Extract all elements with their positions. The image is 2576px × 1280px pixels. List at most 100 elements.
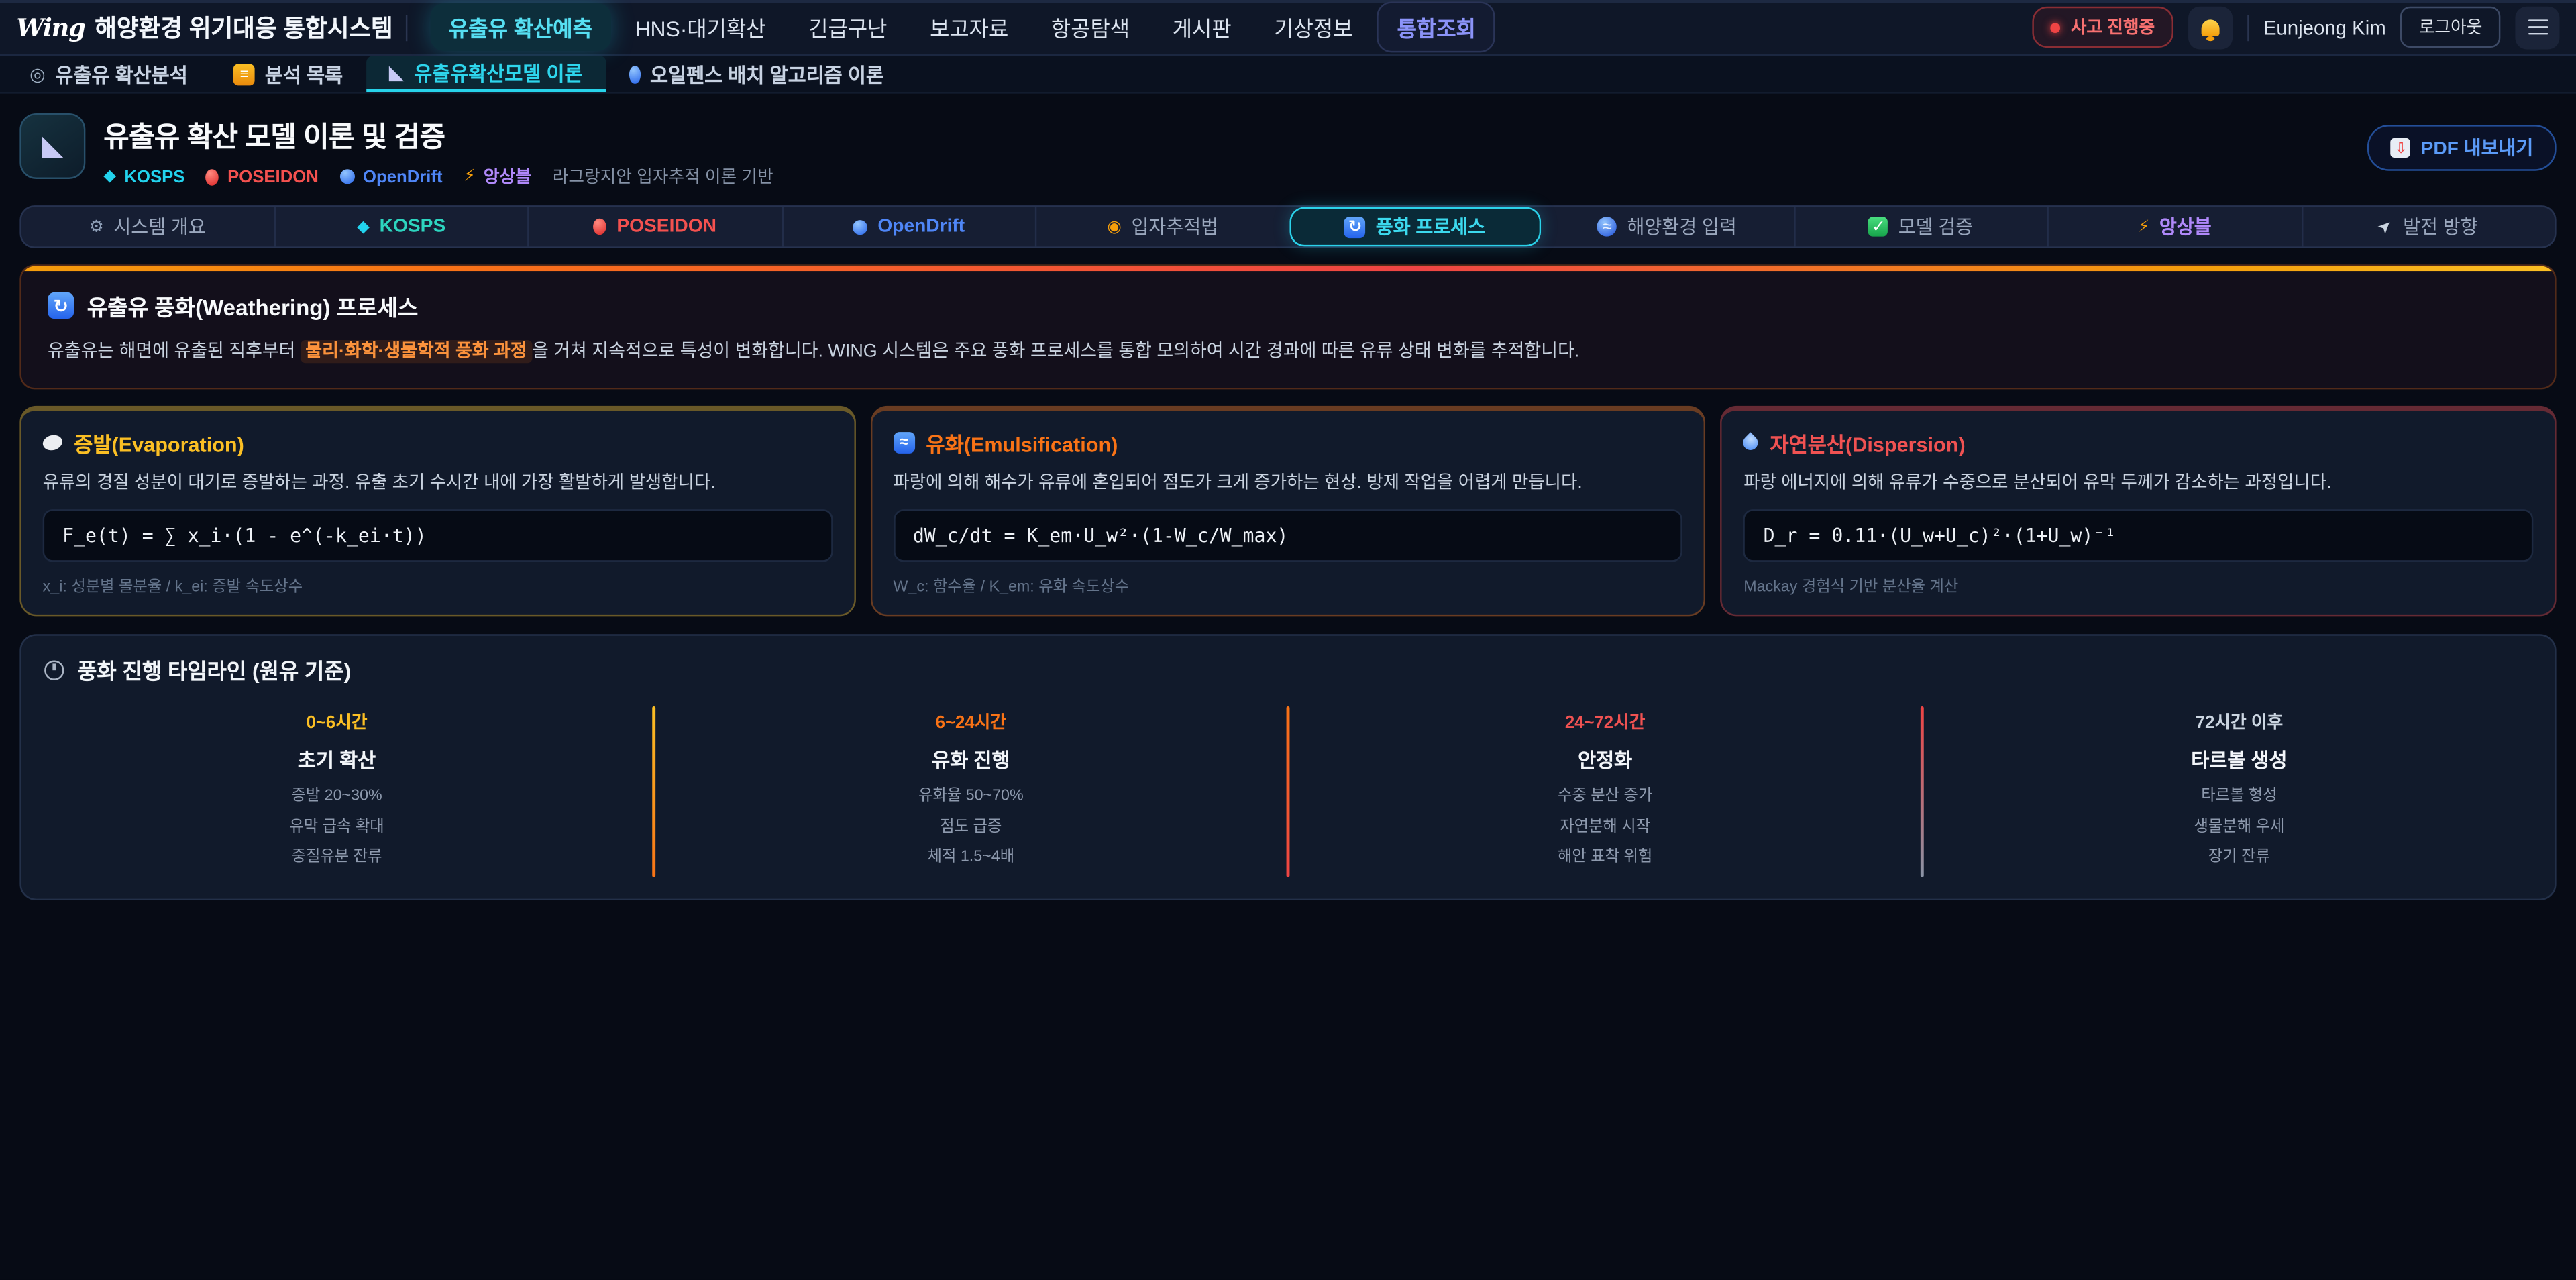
stage-name: 유화 진행 [665,746,1277,774]
stage-time: 6~24시간 [665,710,1277,735]
nav-item-weather-info[interactable]: 기상정보 [1256,3,1371,51]
stage-item: 수중 분산 증가 [1299,782,1911,812]
stage-item: 자연분해 시작 [1299,812,1911,843]
subtab-model-theory[interactable]: ◣ 유출유확산모델 이론 [366,56,605,92]
lightning-icon: ⚡ [464,168,475,186]
stage-item: 중질유분 잔류 [32,843,643,873]
nav-item-board[interactable]: 게시판 [1155,3,1250,51]
subtab-label: 유출유확산모델 이론 [414,58,583,87]
model-tab-poseidon[interactable]: POSEIDON [527,207,781,247]
card-description: 파랑 에너지에 의해 유류가 수중으로 분산되어 유막 두께가 감소하는 과정입… [1743,471,2533,496]
model-badge-row: ◆ KOSPS POSEIDON OpenDrift ⚡ 앙상블 [103,164,773,189]
description-text: 을 거쳐 지속적으로 특성이 변화합니다. WING 시스템은 주요 풍화 프로… [532,341,1579,361]
stage-name: 초기 확산 [32,746,643,774]
nav-item-oil-spill-prediction[interactable]: 유출유 확산예측 [431,3,610,51]
top-navbar: Wing 해양환경 위기대응 통합시스템 유출유 확산예측 HNS·대기확산 긴… [0,0,2576,56]
subtab-oil-fence-theory[interactable]: 오일펜스 배치 알고리즘 이론 [606,56,907,92]
badge-poseidon: POSEIDON [206,167,319,186]
incident-badge-label: 사고 진행중 [2071,15,2155,40]
card-title-row: ≈ 유화(Emulsification) [893,427,1682,458]
evaporation-card: 증발(Evaporation) 유류의 경질 성분이 대기로 증발하는 과정. … [19,405,855,617]
timeline-stage-emulsification: 6~24시간 유화 진행 유화율 50~70% 점도 급증 체적 1.5~4배 [655,706,1286,877]
model-tab-ensemble[interactable]: ⚡ 앙상블 [2047,207,2300,247]
model-tab-weathering-process[interactable]: ↻ 풍화 프로세스 [1289,207,1541,247]
stage-name: 안정화 [1299,746,1911,774]
timeline-title-row: 풍화 진행 타임라인 (원유 기준) [21,654,2555,686]
model-tab-label: OpenDrift [877,217,965,236]
model-tab-model-validation[interactable]: ✓ 모델 검증 [1793,207,2047,247]
process-cards-row: 증발(Evaporation) 유류의 경질 성분이 대기로 증발하는 과정. … [19,405,2556,617]
sub-tab-bar: ◎ 유출유 확산분석 ≡ 분석 목록 ◣ 유출유확산모델 이론 오일펜스 배치 … [0,56,2576,93]
weathering-overview-card: ↻ 유출유 풍화(Weathering) 프로세스 유출유는 해면에 유출된 직… [19,264,2556,388]
gear-icon: ⚙ [89,217,104,235]
compass-icon: ◉ [1107,217,1121,235]
timeline-stage-stabilization: 24~72시간 안정화 수중 분산 증가 자연분해 시작 해안 표착 위험 [1289,706,1920,877]
notification-button[interactable] [2188,6,2232,49]
wing-logo: Wing [16,12,85,42]
stage-item: 유막 급속 확대 [32,812,643,843]
card-title-row: 증발(Evaporation) [43,427,833,458]
highlighted-text: 물리·화학·생물학적 풍화 과정 [301,340,532,363]
timeline-stage-tarball: 72시간 이후 타르볼 생성 타르볼 형성 생물분해 우세 장기 잔류 [1924,706,2555,877]
timeline-stage-initial-spread: 0~6시간 초기 확산 증발 20~30% 유막 급속 확대 중질유분 잔류 [21,706,652,877]
lightning-icon: ⚡ [2138,217,2149,235]
page-header: ◣ 유출유 확산 모델 이론 및 검증 ◆ KOSPS POSEIDON Ope [19,113,2556,189]
stage-item: 생물분해 우세 [1933,812,2544,843]
pdf-export-button[interactable]: ⇩ PDF 내보내기 [2368,125,2556,171]
subtab-analysis-list[interactable]: ≡ 분석 목록 [211,56,366,92]
diamond-icon: ◆ [357,217,370,235]
gradient-accent-bar [21,266,2555,271]
stage-items: 증발 20~30% 유막 급속 확대 중질유분 잔류 [32,782,643,873]
evaporation-icon [41,433,64,451]
timeline-title: 풍화 진행 타임라인 (원유 기준) [77,654,351,686]
nav-item-reports[interactable]: 보고자료 [912,3,1026,51]
wave-icon: ≈ [893,431,914,453]
incident-status-badge: 사고 진행중 [2033,7,2173,48]
model-tab-opendrift[interactable]: OpenDrift [781,207,1034,247]
divider [2247,14,2248,40]
model-tab-label: 시스템 개요 [113,213,205,239]
model-tab-label: 모델 검증 [1898,213,1973,239]
model-tab-system-overview[interactable]: ⚙ 시스템 개요 [21,207,274,247]
menu-button[interactable] [2515,6,2559,49]
water-drop-icon [1741,431,1762,452]
model-tab-label: KOSPS [380,217,446,236]
model-tab-label: 입자추적법 [1132,213,1219,239]
nav-item-integrated-search[interactable]: 통합조회 [1377,1,1495,52]
model-tab-ocean-env-input[interactable]: ≈ 해양환경 입력 [1541,207,1793,247]
nav-item-emergency-rescue[interactable]: 긴급구난 [790,3,905,51]
stage-item: 유화율 50~70% [665,782,1277,812]
check-icon: ✓ [1869,217,1888,236]
timeline-stages-row: 0~6시간 초기 확산 증발 20~30% 유막 급속 확대 중질유분 잔류 6… [21,706,2555,877]
nav-item-aerial-search[interactable]: 항공탐색 [1033,3,1148,51]
model-tab-kosps[interactable]: ◆ KOSPS [274,207,527,247]
badge-opendrift: OpenDrift [340,167,443,186]
model-tab-future-direction[interactable]: ➤ 발전 방향 [2301,207,2555,247]
formula-box: dW_c/dt = K_em·U_w²·(1-W_c/W_max) [893,510,1682,562]
badge-label: 앙상블 [484,164,531,189]
stage-items: 수중 분산 증가 자연분해 시작 해안 표착 위험 [1299,782,1911,873]
stage-items: 타르볼 형성 생물분해 우세 장기 잔류 [1933,782,2544,873]
triangle-ruler-icon: ◣ [42,129,63,162]
model-tab-label: 앙상블 [2159,213,2212,239]
weathering-section-title: 유출유 풍화(Weathering) 프로세스 [87,289,419,322]
emulsification-card: ≈ 유화(Emulsification) 파랑에 의해 해수가 유류에 혼입되어… [870,405,1706,617]
page-title-group: 유출유 확산 모델 이론 및 검증 ◆ KOSPS POSEIDON OpenD… [103,113,773,189]
header-note: 라그랑지안 입자추적 이론 기반 [553,164,773,189]
badge-label: OpenDrift [363,167,443,186]
model-tab-particle-tracking[interactable]: ◉ 입자추적법 [1035,207,1289,247]
pdf-export-label: PDF 내보내기 [2421,135,2534,161]
nav-item-hns-air-diffusion[interactable]: HNS·대기확산 [617,3,784,51]
card-description: 파랑에 의해 해수가 유류에 혼입되어 점도가 크게 증가하는 현상. 방제 작… [893,471,1682,496]
stage-items: 유화율 50~70% 점도 급증 체적 1.5~4배 [665,782,1277,873]
subtab-spill-analysis[interactable]: ◎ 유출유 확산분석 [7,56,211,92]
card-title-row: 자연분산(Dispersion) [1743,427,2533,458]
description-text: 유출유는 해면에 유출된 직후부터 [48,341,301,361]
stage-name: 타르볼 생성 [1933,746,2544,774]
formula-box: F_e(t) = ∑ x_i·(1 - e^(-k_ei·t)) [43,510,833,562]
brand[interactable]: Wing 해양환경 위기대응 통합시스템 [16,10,392,44]
logout-button[interactable]: 로그아웃 [2401,7,2501,48]
subtab-label: 유출유 확산분석 [55,60,187,88]
dispersion-card: 자연분산(Dispersion) 파랑 에너지에 의해 유류가 수중으로 분산되… [1721,405,2557,617]
formula-caption: Mackay 경험식 기반 분산율 계산 [1743,574,2533,596]
